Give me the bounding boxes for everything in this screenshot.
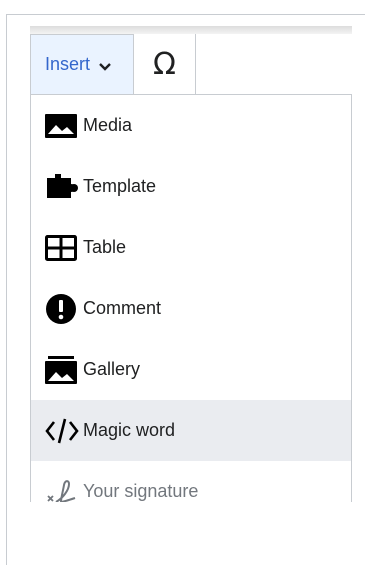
editor-toolbar: Insert Ω bbox=[30, 34, 352, 94]
menu-item-table[interactable]: Table bbox=[31, 217, 351, 278]
menu-item-template[interactable]: Template bbox=[31, 156, 351, 217]
menu-item-label: Magic word bbox=[83, 420, 176, 440]
menu-item-your-signature[interactable]: Your signature bbox=[31, 461, 351, 502]
menu-item-label: Table bbox=[83, 237, 127, 257]
gallery-icon bbox=[45, 355, 79, 385]
menu-item-gallery[interactable]: Gallery bbox=[31, 339, 351, 400]
table-icon bbox=[45, 233, 79, 263]
menu-item-label: Media bbox=[83, 115, 133, 135]
code-icon bbox=[45, 416, 79, 446]
insert-dropdown-menu: Media Template Table Comment Gallery Mag… bbox=[30, 94, 352, 502]
comment-icon bbox=[45, 293, 79, 324]
menu-item-label: Comment bbox=[83, 298, 162, 318]
menu-item-magic-word[interactable]: Magic word bbox=[31, 400, 351, 461]
signature-icon bbox=[45, 477, 79, 502]
menu-item-label: Your signature bbox=[83, 481, 199, 501]
chevron-down-icon bbox=[98, 58, 112, 72]
special-character-button[interactable]: Ω bbox=[134, 34, 196, 94]
insert-menu-button[interactable]: Insert bbox=[30, 34, 134, 94]
menu-item-comment[interactable]: Comment bbox=[31, 278, 351, 339]
media-icon bbox=[45, 111, 79, 141]
menu-item-label: Template bbox=[83, 176, 157, 196]
omega-icon: Ω bbox=[153, 46, 176, 82]
menu-item-label: Gallery bbox=[83, 359, 141, 379]
menu-item-media[interactable]: Media bbox=[31, 95, 351, 156]
insert-button-label: Insert bbox=[45, 54, 91, 74]
template-icon bbox=[45, 172, 79, 202]
